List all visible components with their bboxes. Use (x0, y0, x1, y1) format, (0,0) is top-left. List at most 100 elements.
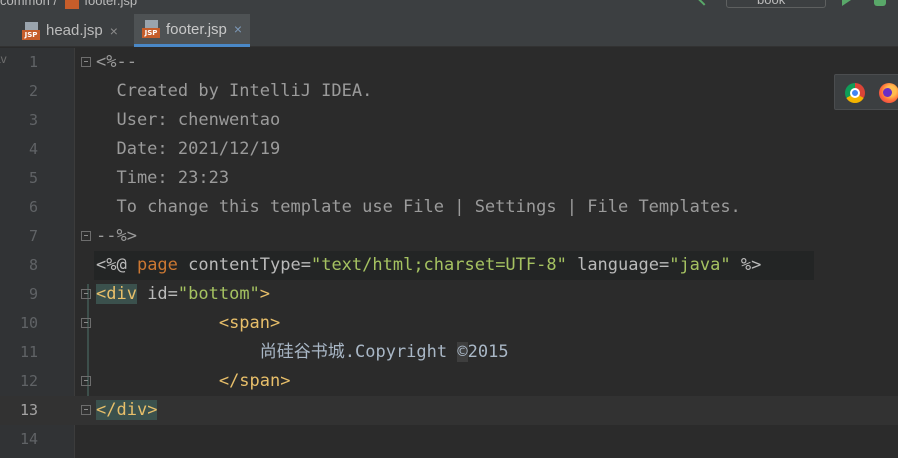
line-number: 11 (19, 343, 38, 361)
run-icon[interactable] (842, 0, 851, 6)
code-text: </span> (96, 367, 291, 396)
code-line: 9 <div id="bottom"> (0, 280, 898, 309)
jsp-file-icon (64, 0, 79, 9)
code-line: 10 <span> (0, 309, 898, 338)
code-text: </div> (96, 396, 158, 425)
code-text: --%> (96, 222, 137, 251)
fold-icon[interactable] (81, 405, 91, 415)
html-tag: > (259, 284, 271, 304)
code-text: Created by IntelliJ IDEA. (96, 77, 372, 106)
line-number: 1 (28, 53, 38, 71)
code-text: <div id="bottom"> (96, 280, 270, 309)
code-line: 11 尚硅谷书城.Copyright ©2015 (0, 338, 898, 367)
comment-text: User: chenwentao (96, 110, 281, 130)
fold-icon[interactable] (81, 318, 91, 328)
code-text: To change this template use File | Setti… (96, 193, 741, 222)
jsp-file-icon: JSP (142, 20, 160, 38)
breadcrumb-file[interactable]: footer.jsp (84, 0, 137, 8)
open-in-browser-popup (834, 74, 898, 110)
line-number: 10 (19, 314, 38, 332)
code-line: 14 (0, 425, 898, 454)
directive-close: %> (730, 255, 762, 275)
code-line: 12 </span> (0, 367, 898, 396)
line-number: 14 (19, 430, 38, 448)
line-number: 6 (28, 198, 38, 216)
code-line: 8 <%@ page contentType="text/html;charse… (0, 251, 898, 280)
code-line: 3 User: chenwentao (0, 106, 898, 135)
navigation-bar: common / footer.jsp book (0, 0, 898, 14)
close-icon[interactable]: × (234, 21, 242, 37)
breadcrumb-folder[interactable]: common (0, 0, 50, 8)
line-number: 8 (28, 256, 38, 274)
close-icon[interactable]: × (110, 23, 118, 39)
line-number: 7 (28, 227, 38, 245)
fold-icon[interactable] (81, 289, 91, 299)
breadcrumb: common / footer.jsp (0, 0, 137, 9)
html-tag: </span> (218, 371, 291, 391)
line-number: 4 (28, 140, 38, 158)
line-number: 9 (28, 285, 38, 303)
code-line-current: 13 </div> (0, 396, 898, 425)
attribute-value: "bottom" (177, 284, 260, 304)
directive-keyword: page (136, 255, 178, 275)
back-arrow-icon[interactable] (698, 0, 710, 6)
tab-label: footer.jsp (166, 20, 227, 38)
fold-icon[interactable] (81, 376, 91, 386)
code-text: User: chenwentao (96, 106, 280, 135)
code-line: 2 Created by IntelliJ IDEA. (0, 77, 898, 106)
copyright-symbol: © (457, 342, 468, 362)
code-text: Date: 2021/12/19 (96, 135, 280, 164)
directive-open: <%@ (96, 255, 137, 275)
line-number: 2 (28, 82, 38, 100)
code-text: <span> (96, 309, 280, 338)
comment-text: Time: 23:23 (96, 168, 230, 188)
firefox-icon[interactable] (879, 83, 898, 103)
comment-text: Date: 2021/12/19 (96, 139, 281, 159)
attribute-value: "text/html;charset=UTF-8" (310, 255, 567, 275)
html-tag: <div (96, 284, 137, 304)
chrome-icon[interactable] (845, 83, 865, 103)
editor-tab-bar: JSP head.jsp × JSP footer.jsp × (0, 14, 898, 47)
attribute-name: contentType= (177, 255, 311, 275)
tab-footer-jsp[interactable]: JSP footer.jsp × (134, 14, 251, 47)
code-line: 6 To change this template use File | Set… (0, 193, 898, 222)
html-tag: </div (96, 400, 148, 420)
text-content: 尚硅谷书城.Copyright (259, 342, 458, 362)
code-text: 尚硅谷书城.Copyright ©2015 (96, 338, 509, 367)
run-configuration-select[interactable]: book (726, 0, 826, 8)
debug-icon[interactable] (874, 0, 886, 6)
tab-label: head.jsp (46, 22, 103, 39)
comment-text: --%> (96, 226, 137, 246)
jsp-file-icon: JSP (22, 21, 40, 40)
attribute-name: id= (136, 284, 178, 304)
attribute-name: language= (566, 255, 670, 275)
code-line: 7 --%> (0, 222, 898, 251)
jsp-file-badge: JSP (142, 28, 160, 38)
code-line: 1 <%-- (0, 48, 898, 77)
code-line: 5 Time: 23:23 (0, 164, 898, 193)
jsp-file-badge: JSP (22, 29, 40, 40)
code-text: Time: 23:23 (96, 164, 229, 193)
code-text: <%-- (96, 48, 137, 77)
code-line: 4 Date: 2021/12/19 (0, 135, 898, 164)
comment-text: Created by IntelliJ IDEA. (96, 81, 373, 101)
code-text: <%@ page contentType="text/html;charset=… (96, 251, 761, 280)
fold-icon[interactable] (81, 57, 91, 67)
line-number: 5 (28, 169, 38, 187)
comment-text: To change this template use File | Setti… (96, 197, 741, 217)
breadcrumb-separator: / (53, 0, 58, 8)
text-content: 2015 (467, 342, 509, 362)
html-tag: <span> (218, 313, 281, 333)
code-editor[interactable]: av 1 <%-- 2 Created by IntelliJ IDEA. 3 … (0, 48, 898, 458)
fold-icon[interactable] (81, 231, 91, 241)
attribute-value: "java" (669, 255, 731, 275)
line-number: 3 (28, 111, 38, 129)
line-number: 12 (19, 372, 38, 390)
line-number: 13 (19, 401, 38, 419)
tab-head-jsp[interactable]: JSP head.jsp × (14, 14, 126, 47)
html-tag: > (147, 400, 158, 420)
comment-text: <%-- (96, 52, 137, 72)
